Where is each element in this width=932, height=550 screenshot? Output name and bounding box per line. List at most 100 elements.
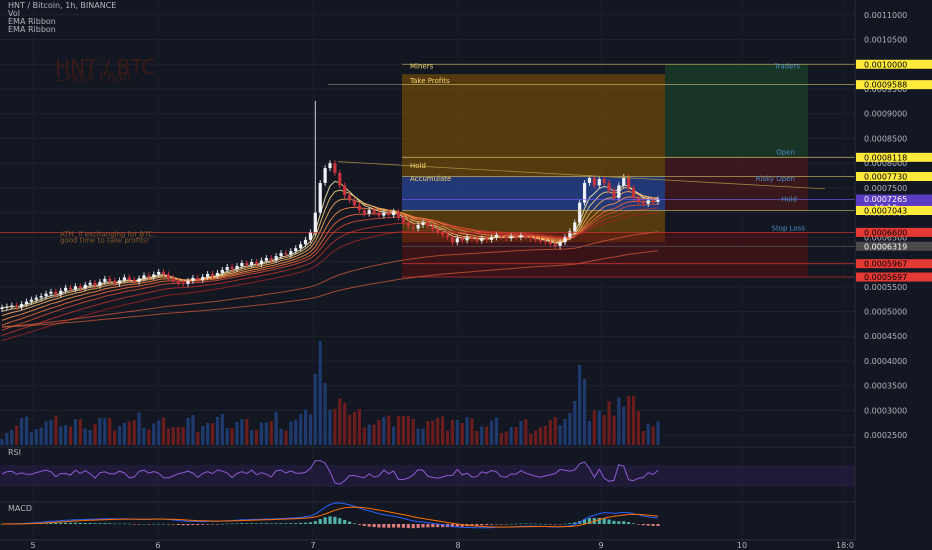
macd-hist-bar [631,523,636,524]
candle-body [250,262,254,266]
candle-body [29,299,33,302]
price-chart[interactable]: Miners Take Profits Hold Accumulate Traders O… [0,0,932,550]
candle-body [343,185,347,196]
volume-bar [627,396,631,445]
macd-hist-bar [362,524,366,526]
volume-bar [392,426,396,445]
volume-bar [494,417,499,445]
macd-hist-bar [524,523,528,525]
macd-hist-bar [636,524,641,525]
candle-body [323,168,327,183]
y-tick-label: 0.0005000 [864,308,907,317]
macd-hist-bar [421,524,425,528]
candle-body [519,235,523,238]
candle-body [372,210,376,213]
volume-bar [646,423,650,445]
y-tick-label: 0.0004000 [864,357,907,366]
macd-hist-bar [225,523,229,525]
candle-body [191,277,195,281]
candle-body [514,236,518,238]
macd-hist-bar [308,522,313,524]
candle-body [367,210,371,214]
volume-bar [607,401,611,445]
macd-hist-bar [499,524,503,525]
macd-hist-bar [568,523,572,524]
candle-body [406,222,410,227]
price-label-text: 0.0006319 [864,242,907,251]
macd-hist-bar [88,522,92,524]
candle-body [49,291,53,294]
candle-body [392,211,396,216]
volume-bar [489,420,494,445]
volume-bar [274,412,278,445]
macd-hist-bar [313,521,317,524]
candle-body [436,229,440,233]
candle-body [578,202,582,223]
volume-bar [421,428,425,445]
volume-bar [10,430,14,445]
volume-bar [485,426,489,445]
y-tick-label: 0.0011000 [864,11,907,20]
candle-body [19,304,24,308]
candle-body [387,212,391,216]
macd-hist-bar [245,523,249,524]
zone-label: Stop Loss [772,224,806,232]
macd-hist-bar [548,524,552,525]
price-axis[interactable]: 0.00110000.00105000.00100000.00095000.00… [854,0,932,550]
volume-bar [127,421,131,445]
macd-hist-bar [171,524,175,525]
macd-hist-bar [377,524,381,528]
macd-hist-bar [215,524,220,525]
macd-hist-bar [181,524,185,526]
candle-body [44,293,48,297]
candle-body [98,281,102,286]
x-tick-label: 8 [455,541,460,550]
volume-bar [534,430,538,445]
macd-hist-bar [206,524,210,525]
candle-body [259,260,264,265]
candle-body [396,211,401,218]
volume-bar [161,417,166,445]
macd-hist-bar [103,523,107,524]
macd-hist-bar [98,523,102,524]
candle-body [338,173,342,186]
volume-bar [656,421,660,445]
macd-hist-bar [641,524,645,526]
macd-hist-bar [250,523,254,524]
macd-hist-bar [191,524,195,525]
macd-hist-bar [431,524,435,528]
volume-bar [416,428,420,445]
volume-bar [220,414,224,445]
candle-body [54,291,58,295]
volume-bar [396,416,401,445]
candle-body [480,238,484,241]
volume-bar [201,426,205,445]
candle-body [455,238,459,243]
macd-hist-bar [279,523,283,524]
y-tick-label: 0.0004500 [864,332,907,341]
macd-hist-bar [534,523,538,525]
candle-body [34,297,38,300]
macd-hist-bar [289,523,293,524]
volume-bar [602,415,606,445]
volume-bar [401,416,406,445]
volume-bar [142,428,146,445]
candle-body [235,266,239,269]
volume-bar [5,433,9,445]
volume-bar [108,418,112,445]
candle-body [450,237,454,243]
candle-body [294,248,298,252]
volume-bar [445,430,450,445]
macd-hist-bar [240,523,244,524]
y-tick-label: 0.0010500 [864,36,907,45]
volume-bar [352,412,357,445]
y-tick-label: 0.0003000 [864,406,907,415]
y-tick-label: 0.0005500 [864,283,907,292]
candle-body [641,201,645,204]
macd-hist-bar [646,524,650,526]
candle-body [127,277,131,280]
candle-body [328,163,332,169]
macd-hist-bar [147,524,151,525]
volume-bar [582,379,587,445]
macd-hist-bar [176,524,180,525]
